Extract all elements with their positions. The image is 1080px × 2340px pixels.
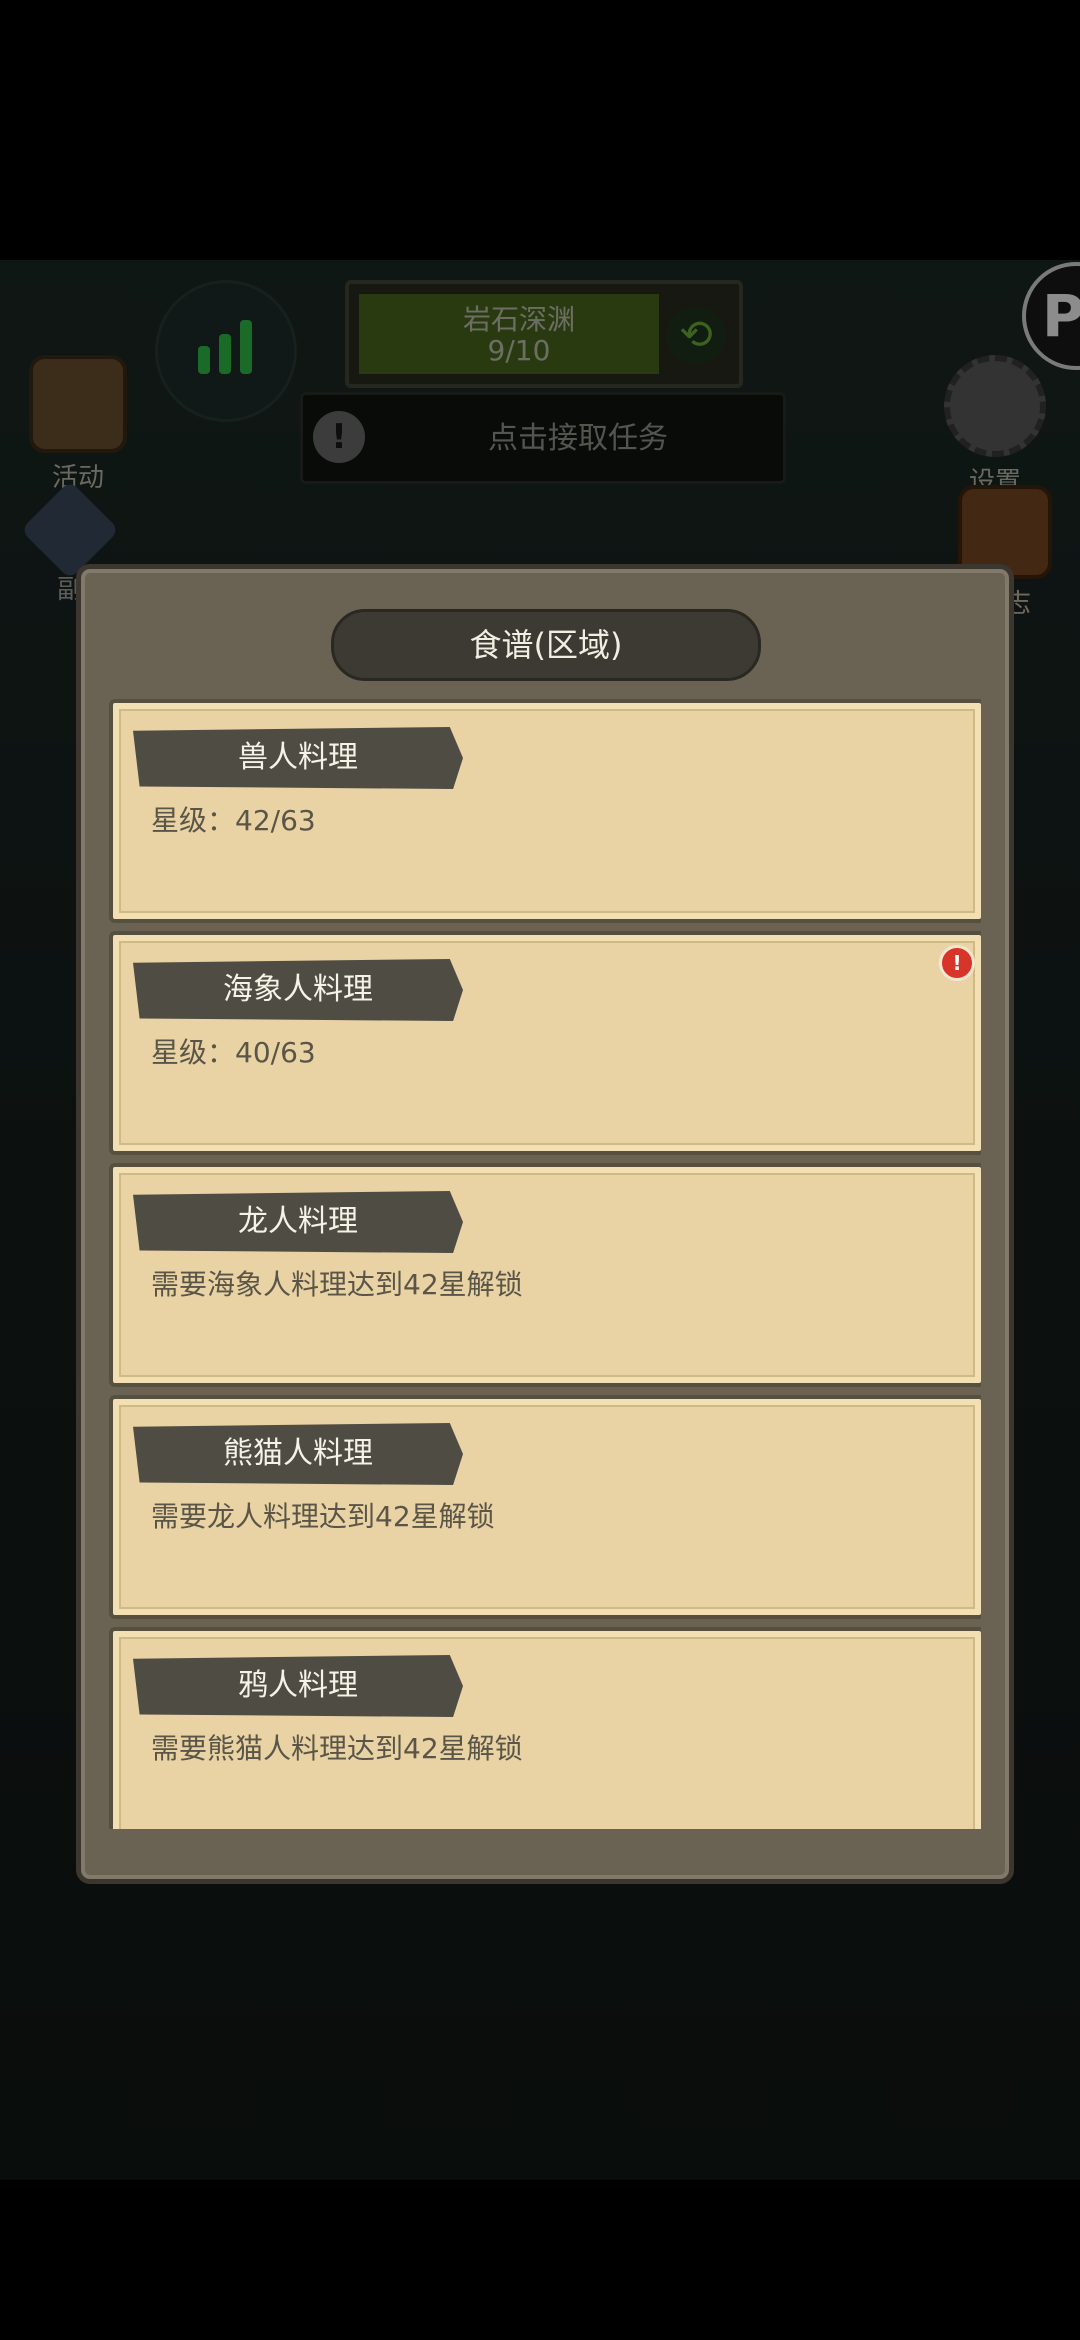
recipe-info: 需要海象人料理达到42星解锁 <box>151 1268 523 1301</box>
recipe-info: 需要龙人料理达到42星解锁 <box>151 1500 495 1533</box>
recipe-list[interactable]: 兽人料理 星级：42/63 海象人料理 星级：40/63 ! 龙人料理 需要海象… <box>109 699 981 1829</box>
recipe-name: 兽人料理 <box>133 727 463 789</box>
modal-title: 食谱(区域) <box>331 609 761 681</box>
recipe-card[interactable]: 鸦人料理 需要熊猫人料理达到42星解锁 <box>109 1627 981 1829</box>
recipe-modal: 食谱(区域) 兽人料理 星级：42/63 海象人料理 星级：40/63 ! 龙人… <box>76 564 1014 1884</box>
recipe-name: 鸦人料理 <box>133 1655 463 1717</box>
recipe-card[interactable]: 兽人料理 星级：42/63 <box>109 699 981 923</box>
alert-badge-icon: ! <box>939 945 975 981</box>
recipe-card[interactable]: 海象人料理 星级：40/63 ! <box>109 931 981 1155</box>
recipe-info: 需要熊猫人料理达到42星解锁 <box>151 1732 523 1765</box>
recipe-card[interactable]: 龙人料理 需要海象人料理达到42星解锁 <box>109 1163 981 1387</box>
recipe-info: 星级：40/63 <box>151 1036 316 1069</box>
recipe-name: 熊猫人料理 <box>133 1423 463 1485</box>
recipe-name: 海象人料理 <box>133 959 463 1021</box>
recipe-card[interactable]: 熊猫人料理 需要龙人料理达到42星解锁 <box>109 1395 981 1619</box>
recipe-info: 星级：42/63 <box>151 804 316 837</box>
recipe-name: 龙人料理 <box>133 1191 463 1253</box>
